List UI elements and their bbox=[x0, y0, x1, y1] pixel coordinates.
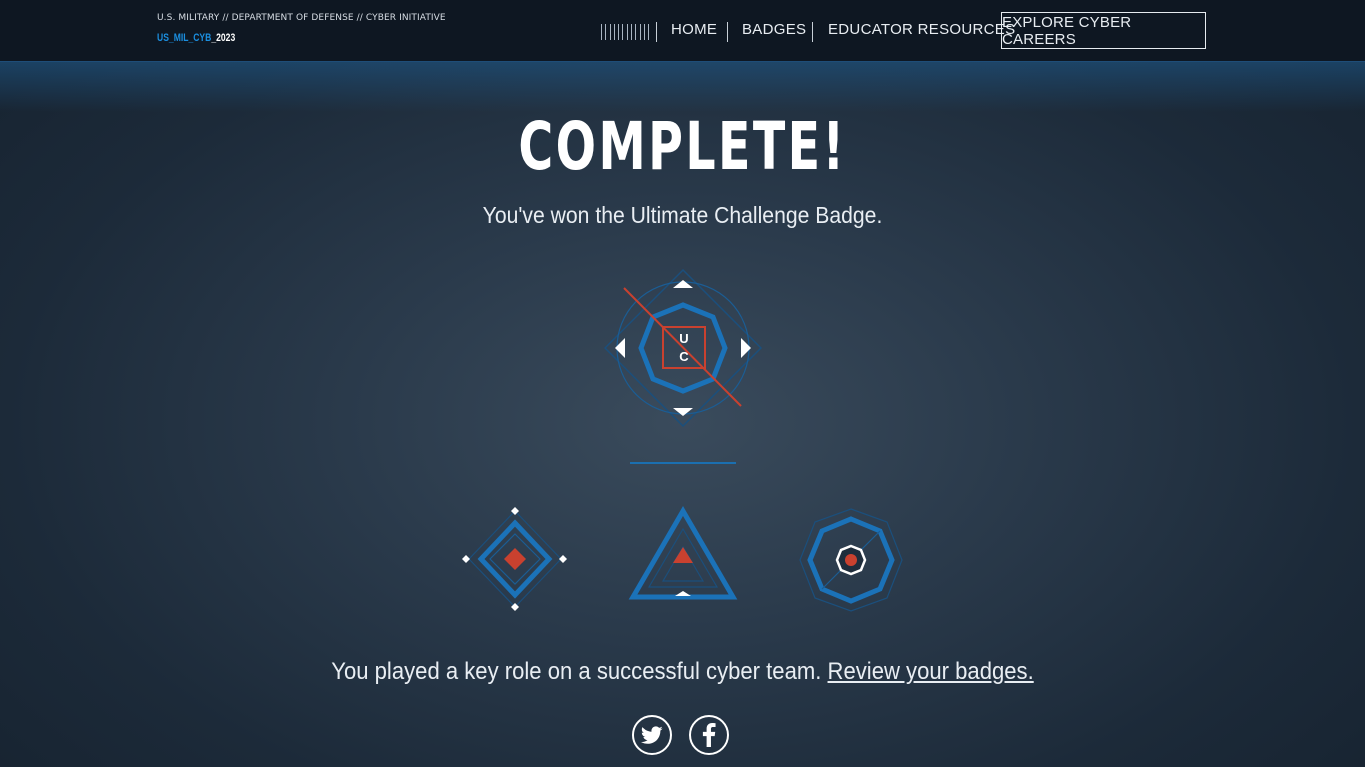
ultimate-challenge-badge-icon: U C bbox=[603, 268, 763, 428]
facebook-share-button[interactable] bbox=[689, 715, 729, 755]
nav-badges-link[interactable]: BADGES bbox=[742, 21, 806, 38]
review-badges-link[interactable]: Review your badges. bbox=[828, 658, 1034, 685]
nav-separator bbox=[656, 22, 657, 42]
nav-separator bbox=[727, 22, 728, 42]
brand-tagline: U.S. MILITARY // DEPARTMENT OF DEFENSE /… bbox=[157, 13, 446, 23]
brand-code-part-a: US_MIL_CYB bbox=[157, 32, 212, 44]
badge-letter-u: U bbox=[679, 331, 688, 346]
page-title: COMPLETE! bbox=[518, 108, 847, 185]
section-divider bbox=[630, 462, 736, 464]
nav-home-link[interactable]: HOME bbox=[671, 21, 717, 38]
nav-separator bbox=[812, 22, 813, 42]
twitter-icon bbox=[641, 725, 663, 744]
twitter-share-button[interactable] bbox=[632, 715, 672, 755]
completion-message-text: You played a key role on a successful cy… bbox=[331, 658, 822, 685]
completion-message: You played a key role on a successful cy… bbox=[55, 658, 1311, 686]
header-glow bbox=[0, 62, 1365, 112]
triangle-badge-icon bbox=[628, 506, 738, 600]
facebook-icon bbox=[702, 723, 716, 747]
explore-cyber-careers-button[interactable]: EXPLORE CYBER CAREERS bbox=[1001, 12, 1206, 49]
nav-educator-resources-link[interactable]: EDUCATOR RESOURCES bbox=[828, 21, 1015, 38]
bars-icon[interactable] bbox=[601, 24, 650, 40]
diamond-badge-icon bbox=[462, 507, 567, 611]
badge-letter-c: C bbox=[679, 349, 689, 364]
octagon-badge-icon bbox=[799, 508, 903, 612]
brand-code[interactable]: US_MIL_CYB_2023 bbox=[157, 32, 235, 44]
page-subtitle: You've won the Ultimate Challenge Badge. bbox=[482, 202, 883, 228]
brand-code-part-b: _2023 bbox=[211, 32, 236, 44]
